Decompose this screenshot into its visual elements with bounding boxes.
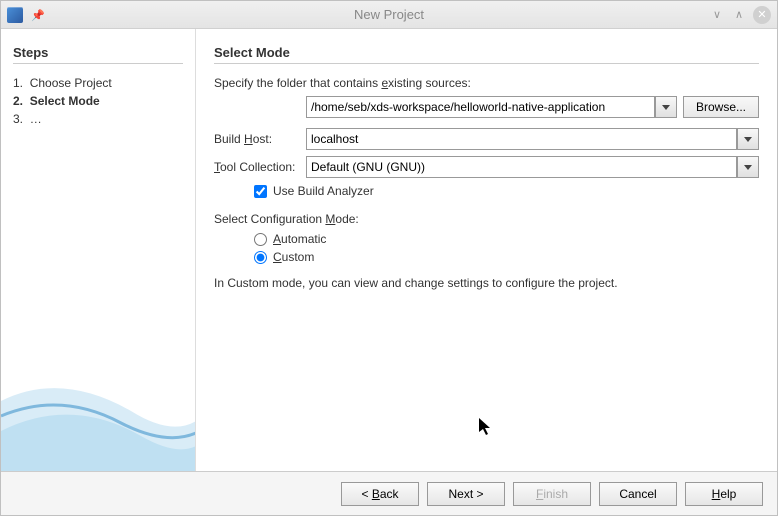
new-project-dialog: 📌 New Project ∨ ∧ ✕ Steps 1. Choose Proj…: [0, 0, 778, 516]
dialog-body: Steps 1. Choose Project 2. Select Mode 3…: [1, 29, 777, 471]
window-controls: ∨ ∧ ✕: [709, 6, 771, 24]
decorative-swoosh: [1, 341, 196, 471]
next-button[interactable]: Next >: [427, 482, 505, 506]
radio-automatic-row: Automatic: [254, 232, 759, 246]
analyzer-label: Use Build Analyzer: [273, 184, 374, 198]
radio-automatic-label: Automatic: [273, 232, 326, 246]
tool-collection-dropdown-button[interactable]: [737, 156, 759, 178]
help-button[interactable]: Help: [685, 482, 763, 506]
build-host-label: Build Host:: [214, 132, 306, 146]
chevron-down-icon: [662, 105, 670, 110]
radio-custom[interactable]: [254, 251, 267, 264]
pin-icon[interactable]: 📌: [31, 9, 43, 21]
step-3: 3. …: [13, 110, 183, 128]
steps-heading: Steps: [13, 45, 183, 60]
steps-list: 1. Choose Project 2. Select Mode 3. …: [13, 74, 183, 128]
build-host-dropdown-button[interactable]: [737, 128, 759, 150]
button-bar: < Back Next > Finish Cancel Help: [1, 471, 777, 515]
steps-sidebar: Steps 1. Choose Project 2. Select Mode 3…: [1, 29, 196, 471]
build-host-row: Build Host:: [214, 128, 759, 150]
back-button[interactable]: < Back: [341, 482, 419, 506]
chevron-down-icon: [744, 137, 752, 142]
tool-collection-combo: [306, 156, 759, 178]
window-title: New Project: [1, 7, 777, 22]
app-icon: [7, 7, 23, 23]
step-1: 1. Choose Project: [13, 74, 183, 92]
config-mode-label: Select Configuration Mode:: [214, 212, 759, 226]
folder-input[interactable]: [306, 96, 655, 118]
analyzer-checkbox[interactable]: [254, 185, 267, 198]
tool-collection-row: Tool Collection:: [214, 156, 759, 178]
folder-row: Browse...: [306, 96, 759, 118]
close-icon[interactable]: ✕: [753, 6, 771, 24]
folder-label: Specify the folder that contains existin…: [214, 76, 759, 90]
tool-collection-input[interactable]: [306, 156, 737, 178]
divider: [214, 63, 759, 64]
cancel-button[interactable]: Cancel: [599, 482, 677, 506]
chevron-down-icon: [744, 165, 752, 170]
build-host-input[interactable]: [306, 128, 737, 150]
minimize-icon[interactable]: ∨: [709, 7, 725, 23]
content-heading: Select Mode: [214, 45, 759, 60]
finish-button: Finish: [513, 482, 591, 506]
radio-custom-label: Custom: [273, 250, 314, 264]
radio-custom-row: Custom: [254, 250, 759, 264]
content-panel: Select Mode Specify the folder that cont…: [196, 29, 777, 471]
analyzer-row: Use Build Analyzer: [254, 184, 759, 198]
titlebar: 📌 New Project ∨ ∧ ✕: [1, 1, 777, 29]
radio-automatic[interactable]: [254, 233, 267, 246]
folder-dropdown-button[interactable]: [655, 96, 677, 118]
folder-combo: [306, 96, 677, 118]
divider: [13, 63, 183, 64]
tool-collection-label: Tool Collection:: [214, 160, 306, 174]
maximize-icon[interactable]: ∧: [731, 7, 747, 23]
browse-button[interactable]: Browse...: [683, 96, 759, 118]
custom-mode-hint: In Custom mode, you can view and change …: [214, 276, 759, 290]
build-host-combo: [306, 128, 759, 150]
step-2: 2. Select Mode: [13, 92, 183, 110]
